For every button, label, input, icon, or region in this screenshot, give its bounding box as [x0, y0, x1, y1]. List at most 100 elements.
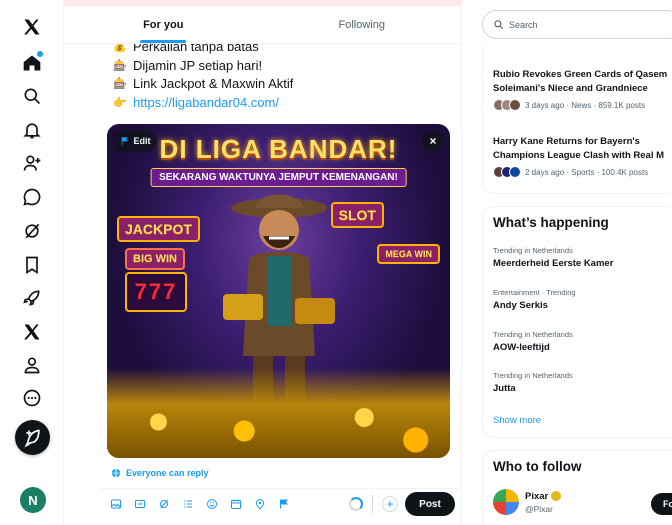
avatar-stack	[493, 99, 521, 111]
explore-icon[interactable]	[16, 80, 48, 112]
tab-following[interactable]: Following	[263, 6, 462, 43]
bigwin-sign: BIG WIN	[125, 248, 185, 270]
show-more-link[interactable]: Show more	[493, 415, 541, 426]
emoji-icon[interactable]	[205, 497, 219, 511]
slot-machine-icon: 🎰	[113, 78, 127, 90]
right-sidebar: Rubio Revokes Green Cards of Qasem Solei…	[472, 0, 672, 525]
post-line: 👉 https://ligabandar04.com/	[113, 94, 293, 113]
composer-toolbar: + Post	[100, 488, 460, 518]
notification-dot	[37, 51, 43, 57]
follow-suggestion[interactable]: Pixar @Pixar	[493, 489, 562, 515]
megawin-sign: MEGA WIN	[377, 244, 440, 264]
follow-handle: @Pixar	[525, 503, 553, 514]
trend-item[interactable]: Trending in Netherlands Jutta	[493, 371, 573, 394]
edit-image-button[interactable]: Edit	[113, 130, 157, 152]
location-icon[interactable]	[253, 497, 267, 511]
slot-machine-icon: 🎰	[113, 59, 127, 72]
who-to-follow-card: Who to follow Pixar @Pixar Fo	[482, 450, 672, 525]
slot-reels: 777	[125, 272, 187, 312]
grok-icon[interactable]	[157, 497, 171, 511]
post-button[interactable]: Post	[405, 492, 455, 516]
bookmarks-icon[interactable]	[16, 249, 48, 281]
trend-name: Andy Serkis	[493, 300, 548, 311]
grok-icon[interactable]	[16, 215, 48, 247]
account-avatar[interactable]: N	[20, 487, 46, 513]
news-title: Rubio Revokes Green Cards of Qasem	[493, 69, 668, 80]
trend-item[interactable]: Entertainment · Trending Andy Serkis	[493, 288, 576, 311]
toolbar-divider	[372, 495, 373, 513]
follow-icon[interactable]	[16, 147, 48, 179]
remove-image-button[interactable]: ×	[422, 130, 444, 152]
gold-coins-pile	[107, 368, 450, 458]
gif-icon[interactable]	[133, 497, 147, 511]
flag-icon	[121, 137, 128, 145]
post-link[interactable]: https://ligabandar04.com/	[133, 94, 279, 113]
schedule-icon[interactable]	[229, 497, 243, 511]
search-bar[interactable]	[482, 10, 672, 39]
news-meta-text: 2 days ago · Sports · 100.4K posts	[525, 167, 649, 177]
trend-category: Trending in Netherlands	[493, 246, 573, 255]
image-banner-title: DI LIGA BANDAR!	[159, 134, 398, 164]
pixar-avatar	[493, 489, 519, 515]
compose-post-button[interactable]	[15, 420, 50, 455]
image-banner-subtitle: SEKARANG WAKTUNYA JEMPUT KEMENANGAN!	[150, 168, 407, 187]
media-icon[interactable]	[109, 497, 123, 511]
post-text: 💰 Perkalian tanpa batas 🎰 Dijamin JP set…	[113, 38, 293, 112]
post-line-text: Link Jackpot & Maxwin Aktif	[133, 76, 294, 91]
news-title-line2: Champions League Clash with Real M	[493, 150, 665, 161]
character-count-ring	[349, 497, 363, 511]
follow-name-text: Pixar	[525, 490, 549, 502]
who-to-follow-title: Who to follow	[493, 459, 582, 474]
news-meta-text: 3 days ago · News · 859.1K posts	[525, 100, 646, 110]
follow-name: Pixar	[525, 490, 562, 502]
more-icon[interactable]	[16, 382, 48, 414]
verified-badge-icon	[551, 491, 562, 501]
profile-icon[interactable]	[16, 349, 48, 381]
poll-icon[interactable]	[181, 497, 195, 511]
trend-item[interactable]: Trending in Netherlands AOW-leeftijd	[493, 330, 573, 353]
jobs-icon[interactable]	[16, 282, 48, 314]
edit-label: Edit	[133, 136, 151, 146]
home-icon[interactable]	[16, 47, 48, 79]
news-title-line2: Soleimani's Niece and Grandniece	[493, 83, 648, 94]
post-line: 🎰 Dijamin JP setiap hari!	[113, 57, 293, 76]
news-meta: 3 days ago · News · 859.1K posts	[493, 99, 672, 111]
notifications-icon[interactable]	[16, 114, 48, 146]
reply-setting-label: Everyone can reply	[126, 468, 209, 478]
news-item[interactable]: Harry Kane Returns for Bayern's Champion…	[493, 135, 672, 178]
trend-category: Trending in Netherlands	[493, 330, 573, 339]
whats-happening-title: What’s happening	[493, 215, 609, 230]
news-card: Rubio Revokes Green Cards of Qasem Solei…	[482, 44, 672, 194]
globe-icon	[111, 468, 121, 478]
trend-category: Trending in Netherlands	[493, 371, 573, 380]
news-item[interactable]: Rubio Revokes Green Cards of Qasem Solei…	[493, 68, 672, 111]
x-app: N 💰 Perkalian tanpa batas 🎰 Dijamin JP s…	[0, 0, 672, 525]
trend-name: AOW-leeftijd	[493, 342, 550, 353]
left-nav: N	[0, 0, 64, 525]
whats-happening-card: What’s happening Trending in Netherlands…	[482, 206, 672, 438]
add-post-button[interactable]: +	[382, 496, 398, 512]
follow-button[interactable]: Fo	[651, 493, 672, 515]
trend-item[interactable]: Trending in Netherlands Meerderheid Eers…	[493, 246, 613, 269]
timeline-tabs: For you Following	[64, 6, 461, 44]
premium-x-icon[interactable]	[16, 316, 48, 348]
messages-icon[interactable]	[16, 181, 48, 213]
avatar-stack	[493, 166, 521, 178]
feather-plus-icon	[23, 429, 40, 447]
search-input[interactable]	[509, 19, 659, 30]
post-line: 🎰 Link Jackpot & Maxwin Aktif	[113, 75, 293, 94]
reply-setting[interactable]: Everyone can reply	[111, 468, 209, 478]
search-icon	[494, 20, 504, 30]
news-title: Harry Kane Returns for Bayern's	[493, 136, 640, 147]
flag-icon[interactable]	[277, 497, 291, 511]
news-meta: 2 days ago · Sports · 100.4K posts	[493, 166, 672, 178]
x-logo-icon[interactable]	[16, 11, 48, 43]
post-line-text: Dijamin JP setiap hari!	[133, 57, 263, 73]
trend-name: Meerderheid Eerste Kamer	[493, 258, 614, 269]
trend-name: Jutta	[493, 383, 516, 394]
timeline: 💰 Perkalian tanpa batas 🎰 Dijamin JP set…	[63, 0, 462, 525]
tab-for-you[interactable]: For you	[64, 6, 263, 43]
slot-sign: SLOT	[330, 202, 384, 228]
jackpot-sign: JACKPOT	[117, 216, 200, 242]
trend-category: Entertainment · Trending	[493, 288, 576, 297]
